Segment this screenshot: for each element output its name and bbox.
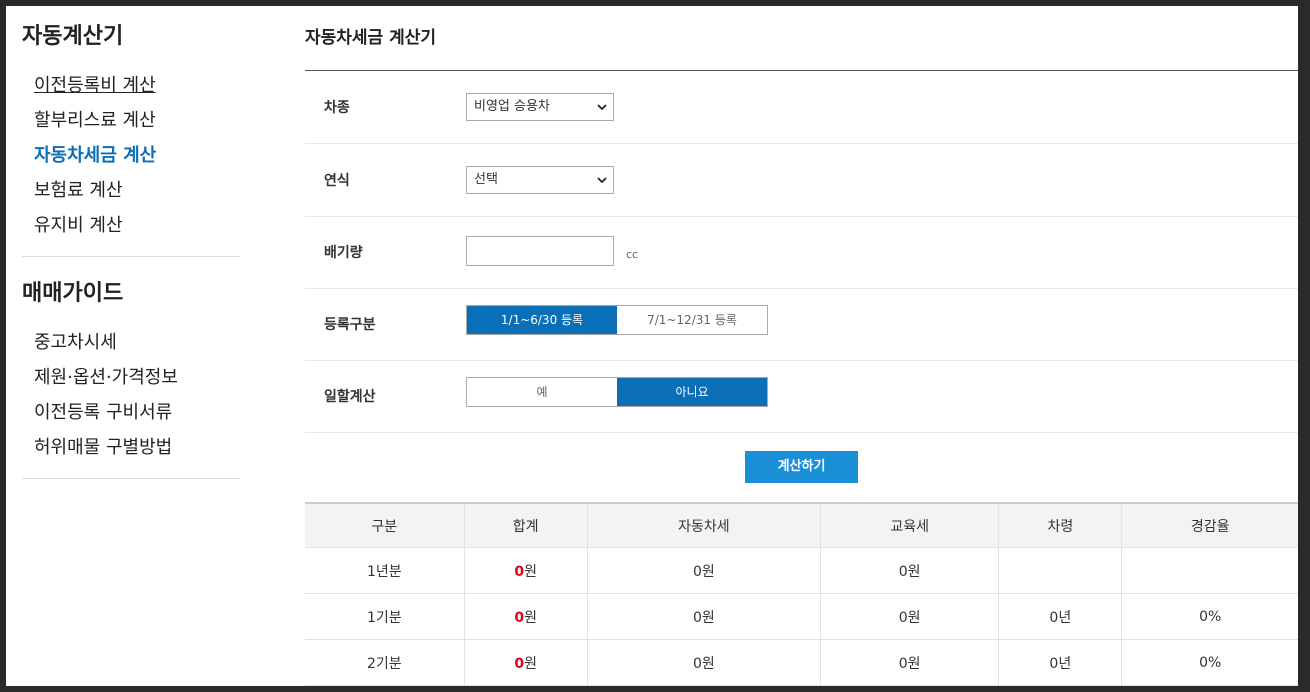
car-tax-cell: 0원 — [587, 547, 822, 594]
year-label: 연식 — [324, 173, 350, 189]
registration-option-first-half[interactable]: 1/1~6/30 등록 — [467, 306, 617, 334]
row-prorate: 일할계산 예 아니요 — [305, 360, 1298, 433]
edu-tax-cell: 0원 — [820, 547, 1000, 594]
total-amount: 0 — [514, 609, 525, 626]
car-age-cell: 0년 — [998, 593, 1123, 640]
sidebar-list-guide: 중고차시세 제원·옵션·가격정보 이전등록 구비서류 허위매물 구별방법 — [22, 325, 240, 465]
reduction-rate-cell: 0% — [1121, 639, 1298, 686]
total-unit: 원 — [524, 563, 537, 580]
edu-tax-cell: 0원 — [820, 639, 1000, 686]
total-unit: 원 — [524, 655, 537, 672]
sidebar-list-calculators: 이전등록비 계산 할부리스료 계산 자동차세금 계산 보험료 계산 유지비 계산 — [22, 68, 240, 243]
page-title: 자동차세금 계산기 — [305, 28, 437, 48]
prorate-option-no[interactable]: 아니요 — [617, 378, 767, 406]
table-row: 2기분 0원 0원 0원 0년 0% — [305, 639, 1298, 686]
chevron-down-icon — [597, 177, 607, 184]
row-registration: 등록구분 1/1~6/30 등록 7/1~12/31 등록 — [305, 288, 1298, 361]
year-value: 선택 — [474, 172, 498, 187]
year-select[interactable]: 선택 — [466, 166, 614, 194]
car-age-cell — [998, 547, 1123, 594]
total-unit: 원 — [524, 609, 537, 626]
table-row: 1년분 0원 0원 0원 — [305, 547, 1298, 594]
prorate-toggle: 예 아니요 — [466, 377, 768, 407]
car-type-select[interactable]: 비영업 승용차 — [466, 93, 614, 121]
total-cell: 0원 — [464, 547, 588, 594]
prorate-option-yes[interactable]: 예 — [467, 378, 617, 406]
sidebar-item-documents[interactable]: 이전등록 구비서류 — [34, 395, 240, 430]
car-tax-cell: 0원 — [587, 639, 822, 686]
column-header: 구분 — [305, 503, 465, 548]
column-header: 자동차세 — [587, 503, 822, 548]
row-label: 1기분 — [305, 593, 465, 640]
table-header-row: 구분 합계 자동차세 교육세 차령 경감율 — [305, 503, 1298, 548]
row-displacement: 배기량 cc — [305, 216, 1298, 289]
sidebar-item-fake-listing[interactable]: 허위매물 구별방법 — [34, 430, 240, 465]
registration-option-second-half[interactable]: 7/1~12/31 등록 — [617, 306, 767, 334]
column-header: 교육세 — [820, 503, 1000, 548]
reduction-rate-cell: 0% — [1121, 593, 1298, 640]
car-tax-cell: 0원 — [587, 593, 822, 640]
sidebar-item-maintenance[interactable]: 유지비 계산 — [34, 208, 240, 243]
car-type-value: 비영업 승용차 — [474, 99, 550, 114]
car-age-cell: 0년 — [998, 639, 1123, 686]
sidebar-section-title-guide: 매매가이드 — [22, 281, 124, 306]
total-cell: 0원 — [464, 593, 588, 640]
edu-tax-cell: 0원 — [820, 593, 1000, 640]
sidebar-item-label: 이전등록비 계산 — [34, 75, 156, 96]
column-header: 경감율 — [1121, 503, 1298, 548]
total-cell: 0원 — [464, 639, 588, 686]
calculate-button[interactable]: 계산하기 — [745, 451, 858, 483]
result-table: 구분 합계 자동차세 교육세 차령 경감율 1년분 0원 0원 0원 1기분 0… — [305, 502, 1298, 686]
car-type-label: 차종 — [324, 100, 350, 116]
total-amount: 0 — [514, 563, 525, 580]
sidebar-item-insurance[interactable]: 보험료 계산 — [34, 173, 240, 208]
sidebar-item-installment-lease[interactable]: 할부리스료 계산 — [34, 103, 240, 138]
displacement-input[interactable] — [466, 236, 614, 266]
column-header: 차령 — [998, 503, 1123, 548]
row-car-type: 차종 비영업 승용차 — [305, 71, 1298, 144]
prorate-label: 일할계산 — [324, 389, 376, 405]
page-frame: 자동계산기 이전등록비 계산 할부리스료 계산 자동차세금 계산 보험료 계산 … — [6, 6, 1298, 686]
reduction-rate-cell — [1121, 547, 1298, 594]
displacement-unit: cc — [626, 248, 639, 261]
chevron-down-icon — [597, 104, 607, 111]
sidebar-item-specs[interactable]: 제원·옵션·가격정보 — [34, 360, 240, 395]
registration-label: 등록구분 — [324, 317, 376, 333]
total-amount: 0 — [514, 655, 525, 672]
sidebar-divider — [22, 256, 240, 257]
sidebar-section-title-calculators: 자동계산기 — [22, 24, 124, 49]
sidebar-item-transfer-fee[interactable]: 이전등록비 계산 — [34, 68, 240, 103]
row-year: 연식 선택 — [305, 144, 1298, 217]
sidebar: 자동계산기 이전등록비 계산 할부리스료 계산 자동차세금 계산 보험료 계산 … — [22, 22, 240, 479]
table-row: 1기분 0원 0원 0원 0년 0% — [305, 593, 1298, 640]
sidebar-divider — [22, 478, 240, 479]
displacement-label: 배기량 — [324, 245, 363, 261]
column-header: 합계 — [464, 503, 588, 548]
row-label: 1년분 — [305, 547, 465, 594]
sidebar-item-car-tax[interactable]: 자동차세금 계산 — [34, 138, 240, 173]
sidebar-item-market-price[interactable]: 중고차시세 — [34, 325, 240, 360]
row-label: 2기분 — [305, 639, 465, 686]
registration-toggle: 1/1~6/30 등록 7/1~12/31 등록 — [466, 305, 768, 335]
